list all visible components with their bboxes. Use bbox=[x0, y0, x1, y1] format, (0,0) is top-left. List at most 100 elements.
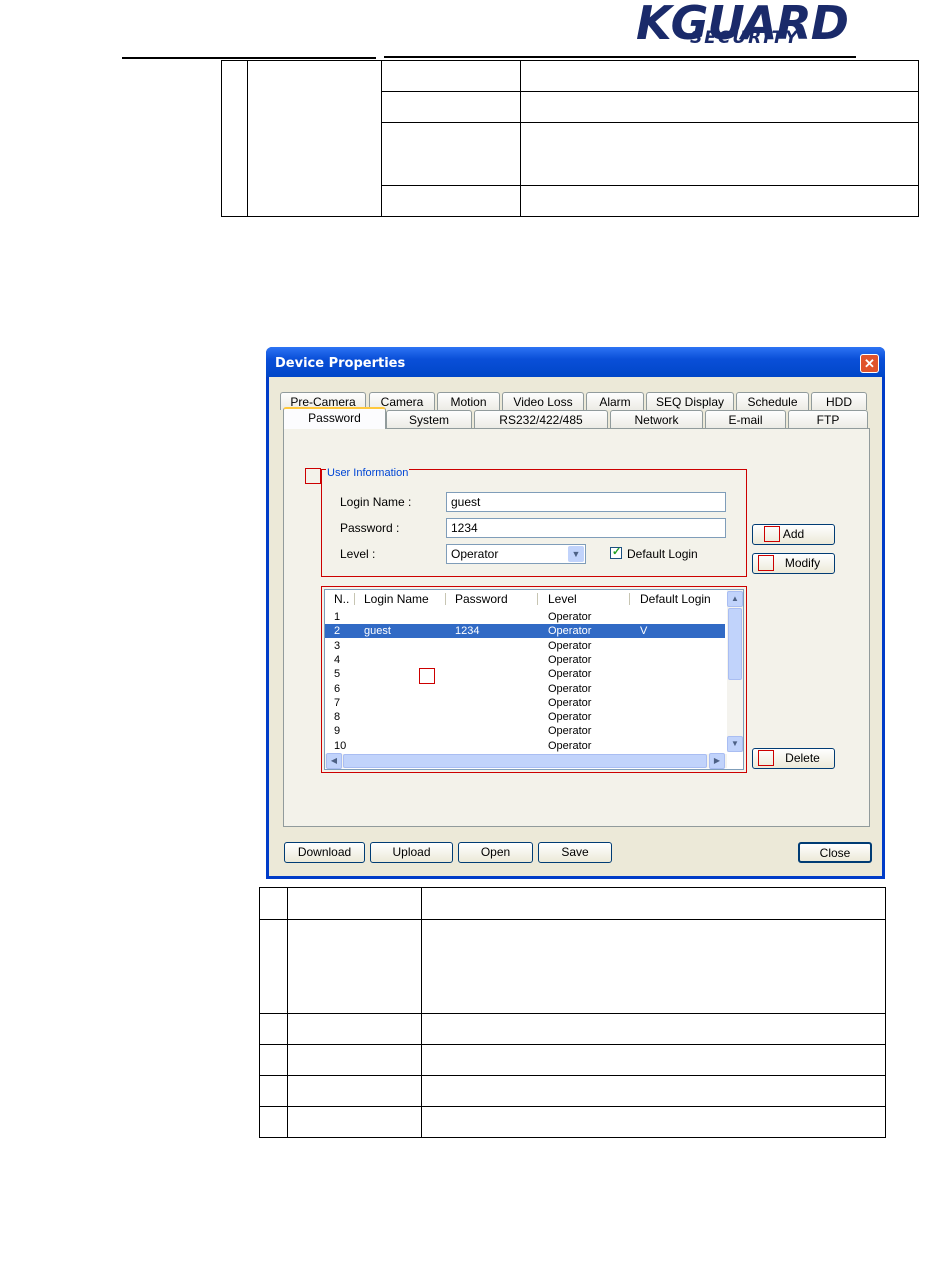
row-cell-level: Operator bbox=[548, 696, 592, 709]
doc-cell bbox=[287, 1013, 422, 1045]
col-header-default-login[interactable]: Default Login bbox=[640, 590, 711, 608]
password-input[interactable]: 1234 bbox=[446, 518, 726, 538]
row-cell-password: 1234 bbox=[455, 625, 480, 638]
col-divider bbox=[629, 593, 630, 605]
scroll-down-icon[interactable]: ▼ bbox=[727, 736, 743, 752]
table-row[interactable]: 7 Operator bbox=[325, 696, 725, 710]
col-divider bbox=[537, 593, 538, 605]
doc-cell bbox=[520, 185, 919, 217]
device-properties-dialog: Device Properties ✕ Pre-Camera Camera Mo… bbox=[266, 347, 885, 879]
row-cell-n: 7 bbox=[334, 696, 341, 709]
table-row[interactable]: 10 Operator bbox=[325, 739, 725, 753]
table-row[interactable]: 3 Operator bbox=[325, 639, 725, 653]
row-cell-n: 3 bbox=[334, 639, 341, 652]
col-header-level[interactable]: Level bbox=[548, 590, 577, 608]
row-cell-n: 10 bbox=[334, 739, 347, 752]
tab-motion[interactable]: Motion bbox=[437, 392, 500, 410]
callout-box bbox=[758, 555, 774, 571]
doc-cell bbox=[287, 1075, 422, 1107]
table-row[interactable]: 9 Operator bbox=[325, 724, 725, 738]
table-row[interactable]: 5 Operator bbox=[325, 667, 725, 681]
close-button[interactable]: Close bbox=[798, 842, 872, 863]
doc-cell bbox=[247, 60, 382, 217]
dialog-title: Device Properties bbox=[275, 356, 406, 371]
table-row[interactable]: 8 Operator bbox=[325, 710, 725, 724]
hscroll-thumb[interactable] bbox=[343, 754, 707, 768]
add-button-label: Add bbox=[782, 527, 805, 541]
doc-cell bbox=[287, 919, 422, 1014]
doc-cell bbox=[421, 1075, 886, 1107]
tab-schedule[interactable]: Schedule bbox=[736, 392, 809, 410]
tab-seq-display[interactable]: SEQ Display bbox=[646, 392, 734, 410]
doc-cell bbox=[259, 919, 288, 1014]
doc-cell bbox=[520, 91, 919, 123]
row-cell-n: 5 bbox=[334, 668, 341, 681]
row-cell-n: 8 bbox=[334, 711, 341, 724]
save-button[interactable]: Save bbox=[538, 842, 612, 863]
doc-cell bbox=[287, 1044, 422, 1076]
table-row[interactable]: 6 Operator bbox=[325, 682, 725, 696]
bottom-doc-table bbox=[259, 887, 886, 1138]
col-header-number[interactable]: N.. bbox=[334, 590, 349, 608]
row-cell-level: Operator bbox=[548, 725, 592, 738]
download-button[interactable]: Download bbox=[284, 842, 365, 863]
col-header-login-name[interactable]: Login Name bbox=[364, 590, 429, 608]
tab-ftp[interactable]: FTP bbox=[788, 410, 868, 428]
row-cell-n: 4 bbox=[334, 653, 341, 666]
modify-button-label: Modify bbox=[784, 556, 821, 570]
chevron-down-icon[interactable]: ▼ bbox=[568, 546, 584, 562]
upload-button[interactable]: Upload bbox=[370, 842, 453, 863]
row-cell-level: Operator bbox=[548, 611, 592, 623]
table-row[interactable]: 2 guest 1234 Operator V bbox=[325, 624, 725, 639]
tab-hdd[interactable]: HDD bbox=[811, 392, 867, 410]
doc-cell bbox=[287, 1106, 422, 1138]
scroll-thumb[interactable] bbox=[728, 608, 742, 680]
row-cell-n: 9 bbox=[334, 725, 341, 738]
horizontal-scrollbar[interactable]: ◀ ▶ bbox=[325, 753, 727, 769]
doc-cell bbox=[421, 1044, 886, 1076]
doc-cell bbox=[520, 122, 919, 186]
row-cell-login: guest bbox=[364, 625, 391, 638]
top-doc-table bbox=[221, 60, 919, 217]
scroll-left-icon[interactable]: ◀ bbox=[326, 753, 342, 769]
login-name-input[interactable]: guest bbox=[446, 492, 726, 512]
doc-cell bbox=[421, 1106, 886, 1138]
tab-email[interactable]: E-mail bbox=[705, 410, 786, 428]
level-select[interactable]: Operator ▼ bbox=[446, 544, 586, 564]
doc-cell bbox=[381, 185, 521, 217]
password-panel: User Information Login Name : guest Pass… bbox=[283, 428, 870, 827]
header-rule-left bbox=[122, 57, 376, 59]
doc-cell bbox=[520, 60, 919, 92]
tab-network[interactable]: Network bbox=[610, 410, 703, 428]
vertical-scrollbar[interactable]: ▲ ▼ bbox=[727, 590, 743, 752]
doc-cell bbox=[259, 887, 288, 920]
header-rule-right bbox=[384, 56, 856, 58]
close-icon[interactable]: ✕ bbox=[860, 354, 879, 373]
col-header-password[interactable]: Password bbox=[455, 590, 508, 608]
default-login-label: Default Login bbox=[627, 547, 698, 561]
table-row[interactable]: 1 Operator bbox=[325, 610, 725, 624]
table-row[interactable]: 4 Operator bbox=[325, 653, 725, 667]
open-button[interactable]: Open bbox=[458, 842, 533, 863]
default-login-checkbox[interactable]: ✓ bbox=[610, 546, 622, 559]
tab-system[interactable]: System bbox=[386, 410, 472, 428]
tab-password[interactable]: Password bbox=[283, 407, 386, 429]
tab-alarm[interactable]: Alarm bbox=[586, 392, 644, 410]
col-divider bbox=[445, 593, 446, 605]
row-cell-level: Operator bbox=[548, 653, 592, 666]
doc-cell bbox=[259, 1106, 288, 1138]
dialog-body: Pre-Camera Camera Motion Video Loss Alar… bbox=[269, 377, 882, 876]
kguard-logo: KGUARD SECURITY bbox=[636, 0, 849, 50]
scroll-up-icon[interactable]: ▲ bbox=[727, 591, 743, 607]
delete-button-label: Delete bbox=[785, 751, 820, 765]
level-select-value: Operator bbox=[451, 547, 499, 561]
checkmark-icon: ✓ bbox=[612, 546, 622, 558]
doc-cell bbox=[287, 887, 422, 920]
dialog-titlebar: Device Properties ✕ bbox=[266, 347, 885, 377]
user-list[interactable]: N.. Login Name Password Level Default Lo… bbox=[324, 589, 744, 770]
row-cell-level: Operator bbox=[548, 682, 592, 695]
tab-video-loss[interactable]: Video Loss bbox=[502, 392, 584, 410]
doc-cell bbox=[259, 1075, 288, 1107]
scroll-right-icon[interactable]: ▶ bbox=[709, 753, 725, 769]
tab-rs232[interactable]: RS232/422/485 bbox=[474, 410, 608, 428]
